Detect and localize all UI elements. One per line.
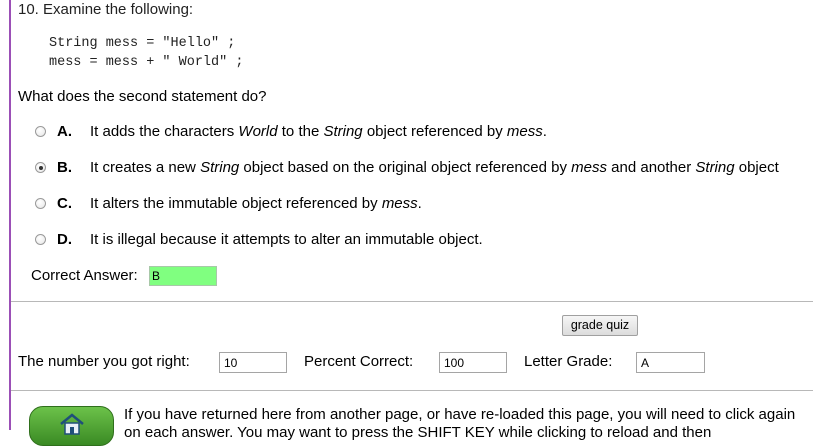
divider — [11, 390, 813, 391]
correct-answer-label: Correct Answer: — [31, 267, 138, 284]
correct-answer-field: B — [149, 266, 217, 286]
question-prompt: What does the second statement do? — [18, 88, 267, 105]
radio-choice-d[interactable] — [35, 234, 46, 245]
choice-letter: C. — [57, 195, 72, 212]
reload-instructions-line-2: on each answer. You may want to press th… — [124, 424, 712, 441]
choice-text: It creates a new String object based on … — [90, 159, 779, 176]
choice-text: It adds the characters World to the Stri… — [90, 123, 547, 140]
percent-correct-field[interactable]: 100 — [439, 352, 507, 373]
home-icon — [60, 413, 84, 435]
choice-text: It is illegal because it attempts to alt… — [90, 231, 483, 248]
code-line-2: mess = mess + " World" ; — [49, 55, 244, 70]
left-border-rule — [9, 0, 11, 430]
choice-letter: D. — [57, 231, 72, 248]
number-right-field[interactable]: 10 — [219, 352, 287, 373]
grade-quiz-button[interactable]: grade quiz — [562, 315, 638, 336]
choice-letter: A. — [57, 123, 72, 140]
radio-choice-a[interactable] — [35, 126, 46, 137]
question-title: 10. Examine the following: — [18, 1, 194, 18]
home-button[interactable] — [29, 406, 114, 446]
code-line-1: String mess = "Hello" ; — [49, 36, 236, 51]
divider — [11, 301, 813, 302]
number-right-label: The number you got right: — [18, 353, 190, 370]
reload-instructions-line-1: If you have returned here from another p… — [124, 406, 796, 423]
radio-choice-c[interactable] — [35, 198, 46, 209]
percent-correct-label: Percent Correct: — [304, 353, 414, 370]
letter-grade-field[interactable]: A — [636, 352, 705, 373]
letter-grade-label: Letter Grade: — [524, 353, 613, 370]
choice-letter: B. — [57, 159, 72, 176]
radio-choice-b[interactable] — [35, 162, 46, 173]
choice-text: It alters the immutable object reference… — [90, 195, 422, 212]
